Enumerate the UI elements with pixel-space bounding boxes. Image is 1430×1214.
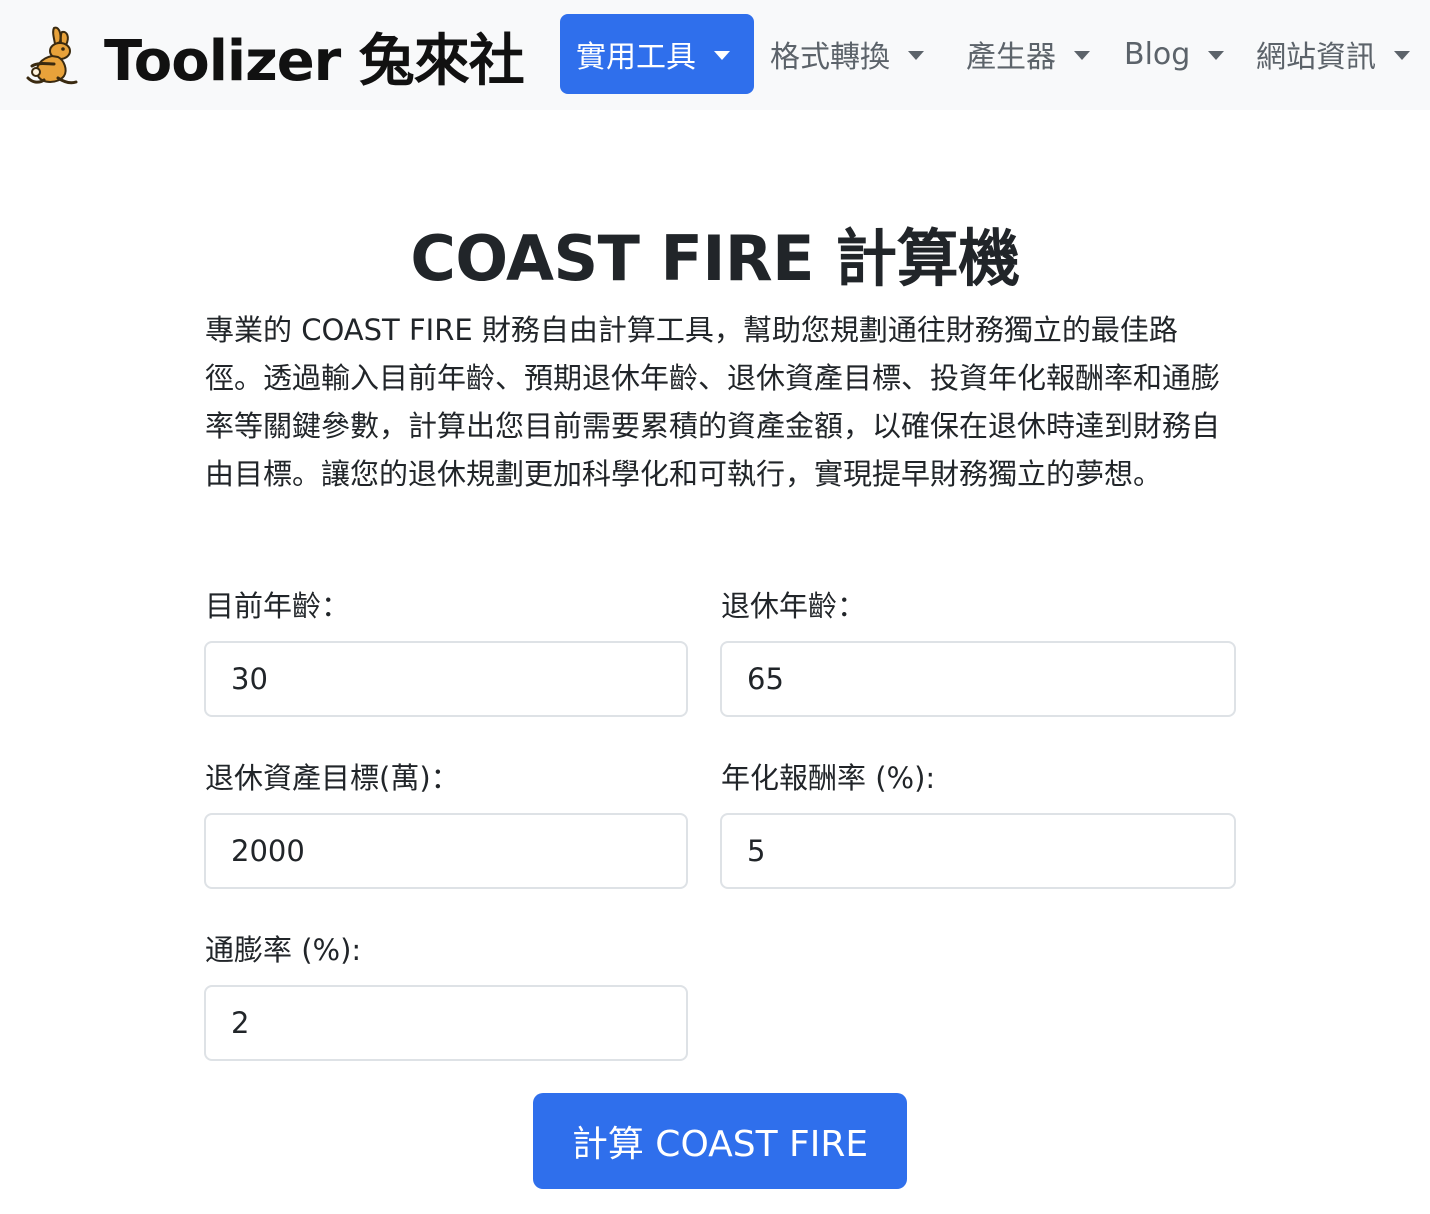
rabbit-icon <box>26 26 78 85</box>
return-rate-input[interactable] <box>720 813 1236 889</box>
navbar: Toolizer 兔來社 實用工具 格式轉換 產生器 Blog 網站資訊 <box>0 0 1430 110</box>
nav-item-label: 產生器 <box>966 40 1056 75</box>
nav-item-blog[interactable]: Blog <box>1108 14 1240 94</box>
chevron-down-icon <box>714 50 730 60</box>
brand-link[interactable]: Toolizer 兔來社 <box>24 18 525 94</box>
inflation-label: 通膨率 (%): <box>205 933 362 967</box>
retire-age-label: 退休年齡： <box>721 589 867 623</box>
retire-age-input[interactable] <box>720 641 1236 717</box>
page-description: 專業的 COAST FIRE 財務自由計算工具，幫助您規劃通往財務獨立的最佳路徑… <box>205 313 1221 491</box>
nav-item-site-info[interactable]: 網站資訊 <box>1240 14 1430 94</box>
chevron-down-icon <box>908 50 924 60</box>
nav-item-practical-tools[interactable]: 實用工具 <box>560 14 754 94</box>
nav-item-label: Blog <box>1124 36 1191 72</box>
current-age-input[interactable] <box>204 641 688 717</box>
nav-item-format-conversion[interactable]: 格式轉換 <box>754 14 950 94</box>
nav-item-generators[interactable]: 產生器 <box>950 14 1108 94</box>
chevron-down-icon <box>1208 50 1225 60</box>
nav-item-label: 網站資訊 <box>1256 40 1376 75</box>
current-age-label: 目前年齡： <box>205 589 351 623</box>
calculate-button[interactable]: 計算 COAST FIRE <box>533 1093 907 1189</box>
chevron-down-icon <box>1074 50 1090 60</box>
asset-goal-label: 退休資產目標(萬)： <box>205 761 460 795</box>
return-rate-label: 年化報酬率 (%): <box>721 761 936 795</box>
nav-item-label: 格式轉換 <box>770 40 890 75</box>
inflation-input[interactable] <box>204 985 688 1061</box>
brand-name: Toolizer 兔來社 <box>104 28 525 94</box>
page-title: COAST FIRE 計算機 <box>410 222 1020 295</box>
chevron-down-icon <box>1394 50 1410 60</box>
main-nav: 實用工具 格式轉換 產生器 Blog 網站資訊 <box>560 14 1430 94</box>
asset-goal-input[interactable] <box>204 813 688 889</box>
nav-item-label: 實用工具 <box>576 40 696 75</box>
